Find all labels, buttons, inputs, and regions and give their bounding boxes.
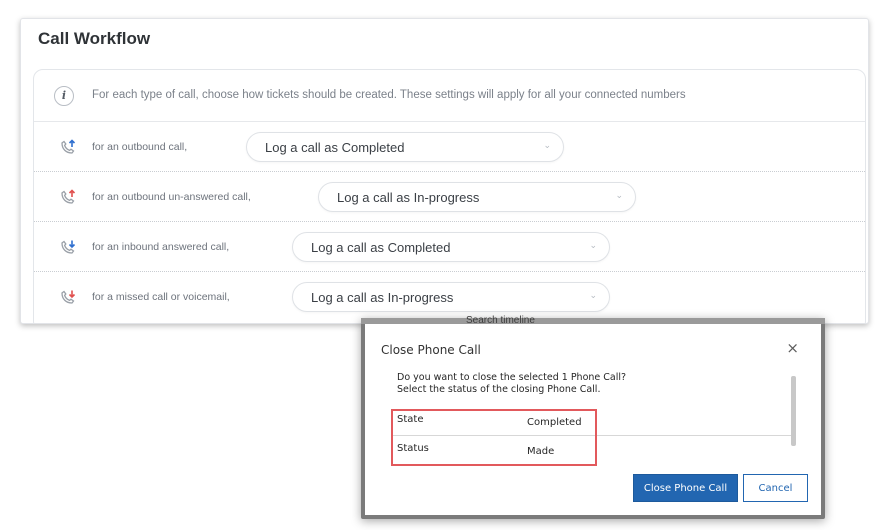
inbound-answered-call-select[interactable]: Log a call as Completed ⌄ <box>292 232 610 262</box>
state-label: State <box>397 414 424 425</box>
outbound-unanswered-call-icon <box>61 189 76 204</box>
dialog-overlay-frame: Search timeline Close Phone Call × Do yo… <box>361 315 825 519</box>
workflow-settings-card: i For each type of call, choose how tick… <box>33 69 866 323</box>
page-title: Call Workflow <box>38 29 151 48</box>
inbound-answered-call-icon <box>61 240 76 254</box>
outbound-call-select[interactable]: Log a call as Completed ⌄ <box>246 132 564 162</box>
status-field[interactable]: Status Made <box>391 437 796 465</box>
row-label: for an outbound call, <box>92 141 188 153</box>
status-value[interactable]: Made <box>527 446 554 457</box>
chevron-down-icon: ⌄ <box>589 240 597 250</box>
workflow-row-outbound-unanswered: for an outbound un-answered call, Log a … <box>34 172 865 222</box>
info-banner: i For each type of call, choose how tick… <box>34 70 865 122</box>
workflow-row-missed: for a missed call or voicemail, Log a ca… <box>34 272 865 322</box>
select-value: Log a call as In-progress <box>311 290 454 305</box>
missed-call-select[interactable]: Log a call as In-progress ⌄ <box>292 282 610 312</box>
dialog-message: Do you want to close the selected 1 Phon… <box>397 372 626 396</box>
outbound-unanswered-call-select[interactable]: Log a call as In-progress ⌄ <box>318 182 636 212</box>
info-text: For each type of call, choose how ticket… <box>92 89 686 101</box>
select-value: Log a call as Completed <box>265 140 405 155</box>
state-value[interactable]: Completed <box>527 417 582 428</box>
dialog-scrollbar[interactable] <box>791 376 796 446</box>
call-workflow-panel: Call Workflow i For each type of call, c… <box>20 18 869 324</box>
workflow-row-inbound-answered: for an inbound answered call, Log a call… <box>34 222 865 272</box>
info-icon: i <box>54 86 74 106</box>
select-value: Log a call as Completed <box>311 240 451 255</box>
status-label: Status <box>397 443 429 454</box>
dialog-message-line2: Select the status of the closing Phone C… <box>397 384 601 395</box>
missed-call-icon <box>61 290 76 304</box>
close-phone-call-button[interactable]: Close Phone Call <box>633 474 738 502</box>
select-value: Log a call as In-progress <box>337 190 480 205</box>
dialog-title: Close Phone Call <box>381 343 481 357</box>
row-label: for an outbound un-answered call, <box>92 191 251 203</box>
close-icon[interactable]: × <box>786 339 799 357</box>
workflow-row-outbound: for an outbound call, Log a call as Comp… <box>34 122 865 172</box>
state-field[interactable]: State Completed <box>391 408 796 436</box>
row-label: for an inbound answered call, <box>92 241 230 253</box>
close-phone-call-dialog: Close Phone Call × Do you want to close … <box>365 324 821 515</box>
dialog-message-line1: Do you want to close the selected 1 Phon… <box>397 372 627 383</box>
chevron-down-icon: ⌄ <box>543 140 551 150</box>
cancel-button[interactable]: Cancel <box>743 474 808 502</box>
chevron-down-icon: ⌄ <box>615 190 623 200</box>
outbound-call-icon <box>61 139 76 154</box>
row-label: for a missed call or voicemail, <box>92 291 230 303</box>
chevron-down-icon: ⌄ <box>589 290 597 300</box>
